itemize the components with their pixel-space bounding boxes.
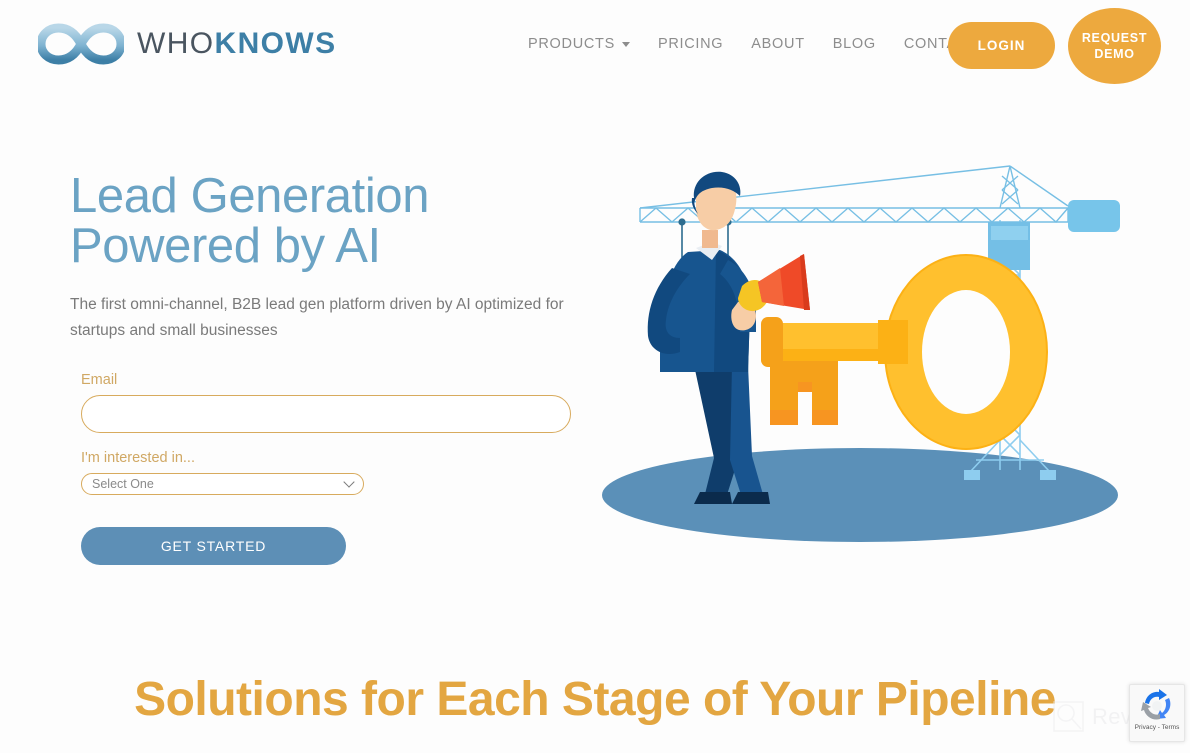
email-field[interactable] [81,395,571,433]
hero-title-line1: Lead Generation [70,169,430,223]
request-demo-line2: DEMO [1094,47,1135,61]
site-header: WHO KNOWS PRODUCTS PRICING ABOUT BLOG CON… [0,0,1190,93]
main-navigation: PRODUCTS PRICING ABOUT BLOG CONTACT [528,36,978,52]
nav-item-about[interactable]: ABOUT [751,36,804,52]
recaptcha-badge[interactable]: Privacy - Terms [1129,684,1185,742]
crane-foot-left [964,470,980,480]
brand-word-knows: KNOWS [214,27,337,60]
interest-select[interactable]: Select One [81,473,364,495]
nav-item-blog[interactable]: BLOG [833,36,876,52]
nav-label-pricing: PRICING [657,36,724,52]
landing-page: WHO KNOWS PRODUCTS PRICING ABOUT BLOG CON… [0,0,1190,753]
request-demo-line1: REQUEST [1081,31,1148,45]
infinity-icon [38,23,124,65]
interest-select-wrapper: Select One [81,473,364,495]
crane-counterweight [1068,200,1120,232]
get-started-button[interactable]: GET STARTED [81,527,346,565]
magnifier-square-icon [1053,701,1084,732]
nav-label-blog: BLOG [832,36,876,52]
chevron-down-icon [621,41,630,47]
hero-illustration [602,165,1120,542]
brand-word-who: WHO [137,27,215,60]
nav-item-pricing[interactable]: PRICING [658,36,723,52]
interest-label: I'm interested in... [81,450,195,466]
brand-logo[interactable]: WHO KNOWS [38,22,337,66]
crane-cab-window [991,226,1028,240]
recaptcha-arrows-icon [1141,689,1171,720]
page-title: Lead Generation Powered by AI [70,169,600,273]
email-label: Email [81,372,118,388]
hero-content: Lead Generation Powered by AI The first … [70,169,600,344]
nav-label-about: ABOUT [751,36,805,52]
brand-wordmark: WHO KNOWS [137,29,337,59]
hero-title-line2: Powered by AI [70,218,381,273]
hero-subtitle: The first omni-channel, B2B lead gen pla… [70,295,564,339]
nav-label-products: PRODUCTS [528,36,615,52]
request-demo-button[interactable]: REQUEST DEMO [1068,8,1161,84]
nav-item-products[interactable]: PRODUCTS [528,36,630,52]
crane-foot-right [1040,470,1056,480]
lead-capture-form: Email I'm interested in... Select One GE… [81,372,581,565]
recaptcha-privacy-terms[interactable]: Privacy - Terms [1135,724,1180,731]
login-button[interactable]: LOGIN [948,22,1055,69]
hoist-pulley-left [678,218,686,226]
section-heading: Solutions for Each Stage of Your Pipelin… [134,673,1056,726]
